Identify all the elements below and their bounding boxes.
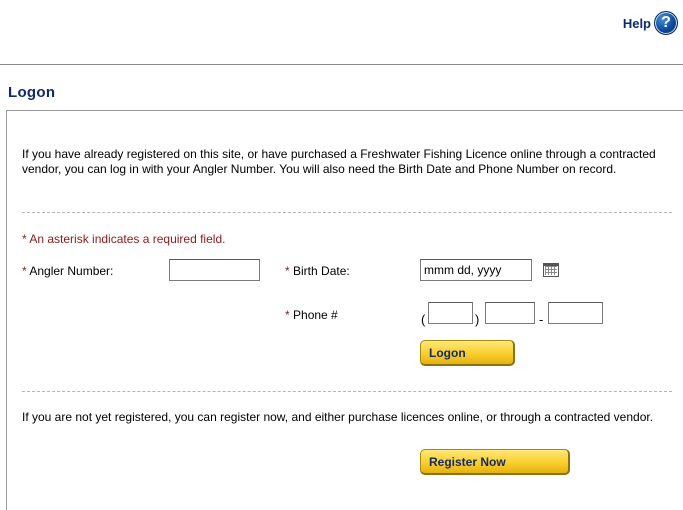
required-star: * xyxy=(285,264,290,278)
phone-prefix-input[interactable] xyxy=(485,302,535,324)
intro-text: If you have already registered on this s… xyxy=(22,147,656,176)
angler-number-label-text: Angler Number: xyxy=(29,264,114,278)
phone-label: * Phone # xyxy=(285,308,338,322)
phone-separator: - xyxy=(539,312,544,327)
phone-open-paren: ( xyxy=(421,312,426,327)
page-title: Logon xyxy=(8,84,56,101)
phone-label-text: Phone # xyxy=(293,308,338,322)
logon-button[interactable]: Logon xyxy=(420,340,515,366)
register-now-button[interactable]: Register Now xyxy=(420,449,570,475)
help-icon[interactable]: ? xyxy=(654,11,678,35)
calendar-icon-grid xyxy=(545,266,557,275)
register-text: If you are not yet registered, you can r… xyxy=(22,410,654,424)
phone-line-input[interactable] xyxy=(548,302,603,324)
help-area: Help ? xyxy=(623,10,678,36)
angler-number-input[interactable] xyxy=(169,259,260,281)
required-note: * An asterisk indicates a required field… xyxy=(22,232,225,246)
header-divider xyxy=(0,64,683,65)
phone-area-code-input[interactable] xyxy=(428,302,473,324)
divider xyxy=(22,212,672,213)
birth-date-label: * Birth Date: xyxy=(285,264,350,278)
angler-number-label: * Angler Number: xyxy=(22,264,113,278)
required-star: * xyxy=(22,264,27,278)
help-link[interactable]: Help xyxy=(623,16,651,31)
birth-date-input[interactable] xyxy=(420,259,532,281)
required-star: * xyxy=(22,232,27,246)
required-note-text: An asterisk indicates a required field. xyxy=(29,232,226,246)
required-star: * xyxy=(285,308,290,322)
birth-date-label-text: Birth Date: xyxy=(293,264,350,278)
phone-close-paren: ) xyxy=(475,312,480,327)
divider xyxy=(22,391,672,392)
calendar-icon[interactable] xyxy=(543,263,559,277)
